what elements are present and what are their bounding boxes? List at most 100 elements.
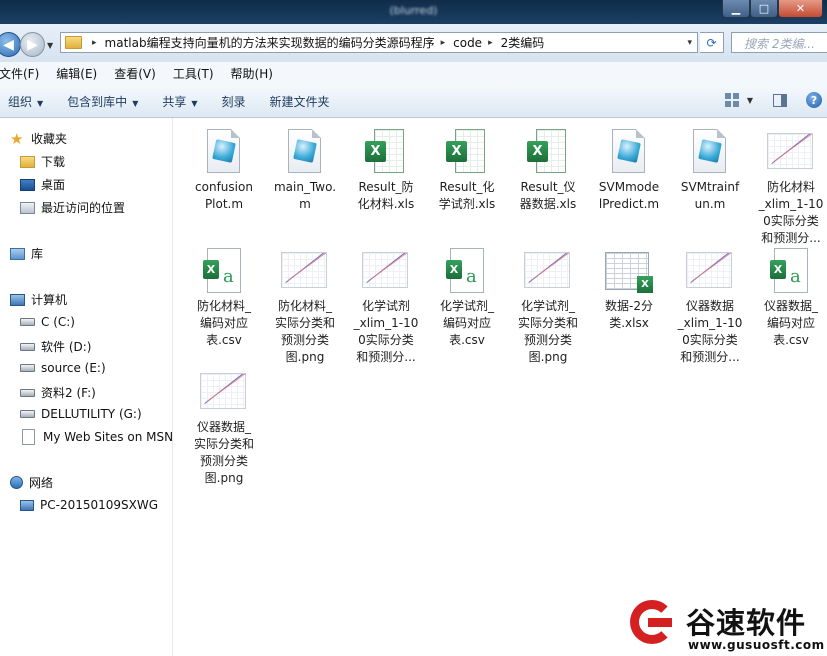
nav-network[interactable]: 网络 [10, 474, 53, 491]
window-controls: ▁ □ ✕ [722, 0, 823, 18]
maximize-button[interactable]: □ [750, 0, 778, 18]
close-button[interactable]: ✕ [778, 0, 823, 18]
address-row: ◀ ▶ ▼ ▸ matlab编程支持向量机的方法来实现数据的编码分类源码程序 ▸… [0, 24, 827, 62]
file-item[interactable]: X 化学试剂_ 编码对应表.csv [427, 247, 507, 349]
menu-edit[interactable]: 编辑(E) [56, 65, 97, 82]
excel-file-icon: X [443, 128, 491, 176]
organize-button[interactable]: 组织 ▼ [8, 93, 43, 110]
file-name-line: _xlim_1-10 [758, 197, 824, 211]
file-name: 仪器数据 _xlim_1-10 0实际分类 和预测分... [670, 298, 750, 366]
file-name-line: 预测分类 [280, 333, 329, 347]
file-name: 防化材料_ 实际分类和 预测分类 图.png [265, 298, 345, 366]
nav-drive-d[interactable]: 软件 (D:) [20, 338, 91, 355]
view-dropdown-icon[interactable]: ▼ [747, 96, 753, 105]
file-item[interactable]: SVMmode lPredict.m [589, 128, 669, 213]
file-item[interactable]: confusion Plot.m [184, 128, 264, 213]
menu-file[interactable]: 文件(F) [0, 65, 39, 82]
share-button[interactable]: 共享 ▼ [162, 93, 197, 110]
nav-favorites[interactable]: ★ 收藏夹 [10, 130, 67, 147]
nav-drive-label: My Web Sites on MSN [43, 430, 174, 444]
file-name-line: 和预测分... [680, 350, 740, 364]
file-item[interactable]: 化学试剂_ 实际分类和 预测分类 图.png [508, 247, 588, 366]
breadcrumb-item[interactable]: code [453, 36, 482, 50]
address-dropdown-icon[interactable]: ▾ [687, 38, 692, 48]
search-placeholder: 搜索 2类编... [744, 37, 815, 51]
nav-drive-g[interactable]: DELLUTILITY (G:) [20, 407, 142, 421]
file-item[interactable]: X 防化材料_ 编码对应表.csv [184, 247, 264, 349]
preview-pane-icon[interactable] [773, 93, 787, 107]
recent-pages-dropdown-icon[interactable]: ▼ [47, 41, 53, 50]
new-folder-button[interactable]: 新建文件夹 [270, 93, 330, 110]
chevron-down-icon: ▼ [37, 98, 44, 108]
forward-arrow-icon[interactable]: ▶ [20, 32, 45, 57]
file-name-line: 图.png [285, 350, 325, 364]
menu-tools[interactable]: 工具(T) [173, 65, 214, 82]
toolbar-right-group: ▼ ? [724, 92, 827, 108]
file-item[interactable]: 防化材料 _xlim_1-10 0实际分类 和预测分... [751, 128, 827, 247]
file-name-line: 实际分类和 [517, 316, 578, 330]
search-input[interactable]: 搜索 2类编... [731, 32, 827, 53]
file-name-line: lPredict.m [598, 197, 660, 211]
file-item[interactable]: X 仪器数据_ 编码对应表.csv [751, 247, 827, 349]
breadcrumb-item[interactable]: 2类编码 [501, 34, 545, 51]
watermark-brand: 谷速软件 [686, 606, 807, 640]
file-name-line: 学试剂.xls [438, 197, 496, 211]
minimize-button[interactable]: ▁ [722, 0, 750, 18]
file-item[interactable]: X Result_化 学试剂.xls [427, 128, 507, 213]
include-in-library-button[interactable]: 包含到库中 ▼ [67, 93, 138, 110]
file-item[interactable]: 化学试剂 _xlim_1-10 0实际分类 和预测分... [346, 247, 426, 366]
file-item[interactable]: X 数据-2分 类.xlsx [589, 247, 669, 332]
file-name-line: 化学试剂 [361, 299, 410, 313]
address-bar[interactable]: ▸ matlab编程支持向量机的方法来实现数据的编码分类源码程序 ▸ code … [60, 32, 698, 53]
refresh-icon[interactable]: ⟳ [700, 32, 724, 53]
breadcrumb-separator-icon[interactable]: ▸ [92, 38, 97, 48]
nav-web-sites[interactable]: My Web Sites on MSN [20, 429, 173, 445]
navigation-pane: ★ 收藏夹 下载 桌面 最近访问的位置 库 计算机 C (C:) 软件 (D:)… [0, 118, 173, 656]
file-name: 数据-2分 类.xlsx [589, 298, 669, 332]
folder-icon [65, 36, 82, 49]
breadcrumb-separator-icon[interactable]: ▸ [441, 38, 446, 48]
file-item[interactable]: X Result_仪 器数据.xls [508, 128, 588, 213]
nav-drive-label: C (C:) [41, 315, 75, 329]
file-name-line: SVMmode [598, 180, 660, 194]
back-arrow-icon[interactable]: ◀ [0, 32, 21, 57]
file-name-line: 编码对应 [442, 316, 491, 330]
excel-file-icon: X [362, 128, 410, 176]
nav-library[interactable]: 库 [10, 245, 43, 262]
nav-downloads[interactable]: 下载 [20, 153, 65, 170]
nav-drive-f[interactable]: 资料2 (F:) [20, 384, 96, 401]
nav-pc[interactable]: PC-20150109SXWG [20, 498, 158, 512]
matlab-file-icon [281, 128, 329, 176]
menu-help[interactable]: 帮助(H) [231, 65, 273, 82]
help-icon[interactable]: ? [806, 92, 822, 108]
file-name-line: 预测分类 [523, 333, 572, 347]
burn-button[interactable]: 刻录 [222, 93, 246, 110]
breadcrumb-separator-icon[interactable]: ▸ [488, 38, 493, 48]
view-options-icon[interactable] [724, 93, 739, 107]
file-name-line: 0实际分类 [682, 333, 738, 347]
file-item[interactable]: 仪器数据_ 实际分类和 预测分类 图.png [184, 368, 264, 487]
nav-recent-label: 最近访问的位置 [41, 201, 126, 215]
file-name: main_Two. m [265, 179, 345, 213]
nav-drive-c[interactable]: C (C:) [20, 315, 75, 329]
nav-drive-e[interactable]: source (E:) [20, 361, 106, 375]
chevron-down-icon: ▼ [132, 98, 139, 108]
file-item[interactable]: 防化材料_ 实际分类和 预测分类 图.png [265, 247, 345, 366]
nav-computer[interactable]: 计算机 [10, 291, 67, 308]
matlab-file-icon [605, 128, 653, 176]
file-item[interactable]: main_Two. m [265, 128, 345, 213]
nav-network-label: 网络 [29, 476, 54, 490]
file-name: 化学试剂 _xlim_1-10 0实际分类 和预测分... [346, 298, 426, 366]
file-item[interactable]: X Result_防 化材料.xls [346, 128, 426, 213]
file-item[interactable]: SVMtrainf un.m [670, 128, 750, 213]
breadcrumb-item[interactable]: matlab编程支持向量机的方法来实现数据的编码分类源码程序 [105, 34, 435, 51]
file-item[interactable]: 仪器数据 _xlim_1-10 0实际分类 和预测分... [670, 247, 750, 366]
nav-recent[interactable]: 最近访问的位置 [20, 199, 125, 216]
nav-desktop[interactable]: 桌面 [20, 176, 65, 193]
file-name-line: confusion [195, 180, 253, 194]
file-name-line: 图.png [204, 471, 244, 485]
watermark-url: www.gusuosft.com [688, 638, 825, 652]
menu-view[interactable]: 查看(V) [114, 65, 156, 82]
nav-drive-label: 资料2 (F:) [41, 386, 96, 400]
file-name-line: 和预测分... [761, 231, 821, 245]
